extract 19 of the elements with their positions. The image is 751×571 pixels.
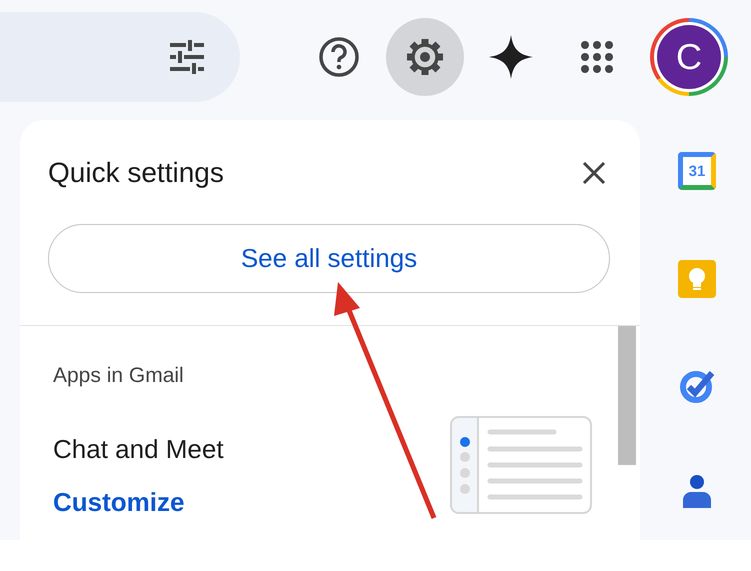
sparkle-icon	[488, 34, 534, 80]
close-icon[interactable]	[582, 161, 606, 185]
apps-icon	[580, 40, 614, 74]
person-icon[interactable]	[682, 474, 712, 508]
section-heading: Apps in Gmail	[53, 363, 185, 389]
checkmark-icon[interactable]	[679, 368, 715, 404]
avatar-initial: C	[657, 25, 721, 89]
avatar[interactable]: C	[650, 18, 728, 96]
search-bar[interactable]	[0, 12, 240, 102]
calendar-icon[interactable]: 31	[678, 152, 716, 190]
layout-preview-icon	[450, 416, 592, 514]
see-all-settings-button[interactable]: See all settings	[48, 224, 610, 293]
settings-icon	[404, 36, 446, 78]
filter-icon[interactable]	[168, 40, 206, 74]
panel-title: Quick settings	[48, 156, 224, 190]
customize-link[interactable]: Customize	[53, 482, 224, 522]
scrollbar[interactable]	[618, 326, 636, 465]
help-icon	[318, 36, 360, 78]
setting-label: Chat and Meet	[53, 432, 224, 466]
